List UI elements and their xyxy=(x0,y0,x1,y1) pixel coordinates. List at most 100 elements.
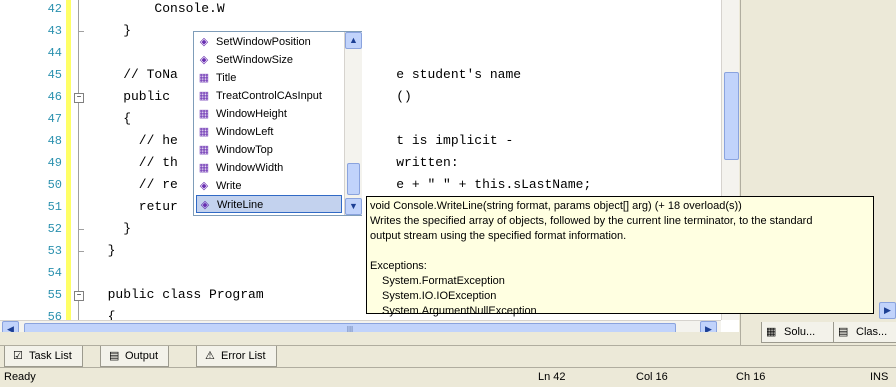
collapse-region-icon[interactable]: − xyxy=(74,93,84,103)
status-char: Ch 16 xyxy=(736,371,766,383)
line-number: 43 xyxy=(47,24,62,38)
tooltip-description: output stream using the specified format… xyxy=(370,230,627,242)
output-icon: ▤ xyxy=(109,350,120,362)
line-number: 45 xyxy=(47,68,62,82)
intellisense-item-label: SetWindowPosition xyxy=(216,36,311,48)
intellisense-scroll-down-button[interactable]: ▼ xyxy=(345,198,362,215)
line-number: 44 xyxy=(47,46,62,60)
intellisense-scrollbar[interactable]: ▲ ▼ xyxy=(344,32,362,215)
chevron-left-icon: ◀ xyxy=(7,324,14,332)
task-list-icon: ☑ xyxy=(13,350,23,362)
status-insert-mode: INS xyxy=(870,371,889,383)
intellisense-item[interactable]: ▦ WindowHeight xyxy=(196,105,342,123)
line-number: 52 xyxy=(47,222,62,236)
tab-task-list[interactable]: ☑ Task List xyxy=(4,346,83,367)
property-icon: ▦ xyxy=(198,144,210,156)
intellisense-item[interactable]: ◈ Write xyxy=(196,177,342,195)
status-ready: Ready xyxy=(4,371,36,383)
intellisense-item-label: Write xyxy=(216,180,242,192)
status-line: Ln 42 xyxy=(538,371,566,383)
method-icon: ◈ xyxy=(199,36,209,48)
property-icon: ▦ xyxy=(198,72,210,84)
intellisense-item-label: TreatControlCAsInput xyxy=(216,90,322,102)
intellisense-item-label: SetWindowSize xyxy=(216,54,294,66)
horizontal-scroll-thumb[interactable]: ||| xyxy=(24,323,676,332)
intellisense-item-label: Title xyxy=(216,72,237,84)
tooltip-exception: System.IO.IOException xyxy=(382,290,497,302)
method-icon: ◈ xyxy=(199,54,209,66)
region-end-marker xyxy=(78,31,84,32)
intellisense-list[interactable]: ◈ SetWindowPosition ◈ SetWindowSize ▦ Title ▦ T… xyxy=(193,31,362,216)
outline-margin xyxy=(78,0,79,320)
line-number: 42 xyxy=(47,2,62,16)
tab-label: Task List xyxy=(29,350,72,362)
intellisense-item[interactable]: ◈ WriteLine xyxy=(196,195,342,213)
property-icon: ▦ xyxy=(198,162,210,174)
intellisense-item[interactable]: ◈ SetWindowPosition xyxy=(196,33,342,51)
line-number: 54 xyxy=(47,266,62,280)
intellisense-item-label: WindowHeight xyxy=(216,108,287,120)
change-tracking-bar xyxy=(66,0,71,320)
line-number: 53 xyxy=(47,244,62,258)
intellisense-item-label: WindowWidth xyxy=(216,162,284,174)
tab-error-list[interactable]: ⚠ Error List xyxy=(196,346,277,367)
property-icon: ▦ xyxy=(198,126,210,138)
code-line[interactable]: } xyxy=(92,218,131,240)
code-line[interactable]: { xyxy=(92,108,131,130)
line-number: 51 xyxy=(47,200,62,214)
tab-label: Solu... xyxy=(784,326,816,338)
tooltip-description: Writes the specified array of objects, f… xyxy=(370,215,813,227)
panel-scroll-right-button[interactable]: ▶ xyxy=(879,302,896,319)
code-line[interactable]: Console.W xyxy=(92,0,224,20)
tooltip-signature: void Console.WriteLine(string format, pa… xyxy=(370,200,742,212)
tab-label: Clas... xyxy=(856,326,888,338)
line-number: 47 xyxy=(47,112,62,126)
line-number: 55 xyxy=(47,288,62,302)
tab-class-view[interactable]: ▤ Clas... xyxy=(833,322,896,343)
code-line[interactable]: public class Program xyxy=(92,284,264,306)
tab-solution-explorer[interactable]: ▦ Solu... xyxy=(761,322,835,343)
status-bar: Ready Ln 42 Col 16 Ch 16 INS xyxy=(0,367,896,387)
tab-label: Error List xyxy=(221,350,266,362)
line-number: 49 xyxy=(47,156,62,170)
intellisense-item-label: WindowTop xyxy=(216,144,273,156)
intellisense-item-label: WindowLeft xyxy=(216,126,274,138)
property-icon: ▦ xyxy=(198,108,210,120)
line-number: 50 xyxy=(47,178,62,192)
collapse-region-icon[interactable]: − xyxy=(74,291,84,301)
intellisense-item[interactable]: ▦ WindowWidth xyxy=(196,159,342,177)
code-line[interactable]: } xyxy=(92,20,131,42)
status-column: Col 16 xyxy=(636,371,668,383)
chevron-up-icon: ▲ xyxy=(349,35,358,45)
region-end-marker xyxy=(78,251,84,252)
property-icon: ▦ xyxy=(198,90,210,102)
tab-label: Output xyxy=(125,350,159,362)
intellisense-item[interactable]: ▦ WindowTop xyxy=(196,141,342,159)
line-number: 48 xyxy=(47,134,62,148)
intellisense-item[interactable]: ▦ TreatControlCAsInput xyxy=(196,87,342,105)
intellisense-item[interactable]: ◈ SetWindowSize xyxy=(196,51,342,69)
intellisense-item[interactable]: ▦ Title xyxy=(196,69,342,87)
method-icon: ◈ xyxy=(200,199,210,211)
intellisense-scroll-up-button[interactable]: ▲ xyxy=(345,32,362,49)
line-number: 46 xyxy=(47,90,62,104)
line-number-gutter: 42434445464748495051525354555657 xyxy=(0,0,66,324)
method-icon: ◈ xyxy=(199,180,209,192)
tooltip-exception: System.ArgumentNullException xyxy=(382,305,537,317)
vertical-scroll-thumb[interactable] xyxy=(724,72,739,160)
tab-output[interactable]: ▤ Output xyxy=(100,346,170,367)
tool-window-tabs: ☑ Task List ▤ Output ⚠ Error List xyxy=(0,345,896,368)
scroll-right-button[interactable]: ▶ xyxy=(700,321,717,332)
chevron-down-icon: ▼ xyxy=(349,201,358,211)
horizontal-scrollbar[interactable]: ◀ ||| ▶ xyxy=(0,320,721,332)
intellisense-scroll-thumb[interactable] xyxy=(347,163,360,195)
scroll-left-button[interactable]: ◀ xyxy=(2,321,19,332)
intellisense-item[interactable]: ▦ WindowLeft xyxy=(196,123,342,141)
class-view-icon: ▤ xyxy=(838,326,849,338)
tooltip-exception: System.FormatException xyxy=(382,275,505,287)
error-list-icon: ⚠ xyxy=(205,350,215,362)
chevron-right-icon: ▶ xyxy=(705,324,712,332)
code-line[interactable]: } xyxy=(92,240,116,262)
region-end-marker xyxy=(78,229,84,230)
chevron-right-icon: ▶ xyxy=(884,305,891,315)
